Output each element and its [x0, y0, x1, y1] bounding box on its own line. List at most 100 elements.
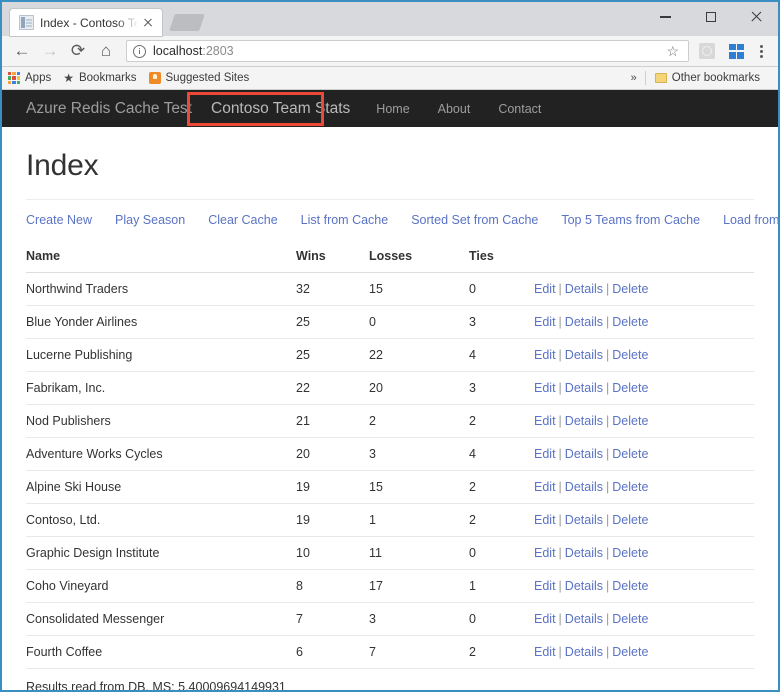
table-header: Name Wins Losses Ties	[26, 241, 754, 273]
navbar-item-about[interactable]: About	[438, 102, 471, 116]
row-link-delete[interactable]: Delete	[612, 612, 648, 626]
row-link-delete[interactable]: Delete	[612, 315, 648, 329]
new-tab-button[interactable]	[169, 14, 205, 31]
row-link-edit[interactable]: Edit	[534, 612, 556, 626]
row-link-details[interactable]: Details	[565, 282, 603, 296]
close-window-button[interactable]	[733, 2, 778, 32]
navbar-brand[interactable]: Azure Redis Cache Test	[26, 100, 192, 118]
row-link-edit[interactable]: Edit	[534, 447, 556, 461]
forward-button[interactable]: →	[36, 37, 64, 65]
cell-wins: 20	[296, 437, 369, 471]
cell-losses: 15	[369, 272, 469, 306]
row-link-details[interactable]: Details	[565, 480, 603, 494]
action-sorted-set-from-cache[interactable]: Sorted Set from Cache	[411, 213, 538, 227]
column-header-name: Name	[26, 241, 296, 273]
action-play-season[interactable]: Play Season	[115, 213, 185, 227]
action-links: Create New Play Season Clear Cache List …	[26, 200, 778, 241]
cell-losses: 3	[369, 437, 469, 471]
row-link-details[interactable]: Details	[565, 612, 603, 626]
row-link-delete[interactable]: Delete	[612, 381, 648, 395]
browser-tab-strip: Index - Contoso Team Stats	[2, 2, 778, 36]
maximize-button[interactable]	[688, 2, 733, 32]
cell-row-actions: Edit | Details | Delete	[534, 371, 754, 405]
row-link-details[interactable]: Details	[565, 348, 603, 362]
row-link-edit[interactable]: Edit	[534, 546, 556, 560]
bookmark-other-bookmarks[interactable]: Other bookmarks	[654, 72, 760, 84]
row-link-delete[interactable]: Delete	[612, 579, 648, 593]
cell-team-name: Lucerne Publishing	[26, 338, 296, 372]
row-link-delete[interactable]: Delete	[612, 348, 648, 362]
row-link-edit[interactable]: Edit	[534, 480, 556, 494]
row-link-edit[interactable]: Edit	[534, 282, 556, 296]
cell-wins: 25	[296, 338, 369, 372]
result-status-text: Results read from DB. MS: 5.400096941499…	[26, 680, 286, 692]
tab-close-icon[interactable]	[140, 15, 156, 31]
row-link-details[interactable]: Details	[565, 447, 603, 461]
site-info-icon[interactable]	[133, 44, 146, 58]
row-link-details[interactable]: Details	[565, 513, 603, 527]
row-link-details[interactable]: Details	[565, 381, 603, 395]
cell-row-actions: Edit | Details | Delete	[534, 338, 754, 372]
row-link-details[interactable]: Details	[565, 546, 603, 560]
browser-menu-icon[interactable]	[752, 42, 770, 60]
row-link-edit[interactable]: Edit	[534, 348, 556, 362]
cell-row-actions: Edit | Details | Delete	[534, 635, 754, 669]
navbar-item-home[interactable]: Home	[376, 102, 409, 116]
extension-icon[interactable]	[699, 43, 715, 59]
home-button[interactable]: ⌂	[92, 37, 120, 65]
row-link-delete[interactable]: Delete	[612, 282, 648, 296]
navbar-item-contact[interactable]: Contact	[498, 102, 541, 116]
star-icon: ★	[63, 71, 74, 85]
action-load-from-db[interactable]: Load from DB	[723, 213, 778, 227]
action-create-new[interactable]: Create New	[26, 213, 92, 227]
bookmark-apps[interactable]: Apps	[8, 72, 51, 84]
cell-losses: 2	[369, 404, 469, 438]
cell-losses: 15	[369, 470, 469, 504]
minimize-button[interactable]	[643, 2, 688, 32]
browser-tab[interactable]: Index - Contoso Team Stats	[10, 9, 162, 36]
row-link-delete[interactable]: Delete	[612, 414, 648, 428]
row-link-edit[interactable]: Edit	[534, 513, 556, 527]
row-link-edit[interactable]: Edit	[534, 381, 556, 395]
cell-ties: 3	[469, 305, 534, 339]
row-link-delete[interactable]: Delete	[612, 447, 648, 461]
table-row: Consolidated Messenger 7 3 0 Edit | Details | De…	[26, 602, 754, 636]
browser-toolbar: ← → ⟳ ⌂ localhost :2803 ☆	[2, 36, 778, 67]
action-list-from-cache[interactable]: List from Cache	[301, 213, 389, 227]
row-link-delete[interactable]: Delete	[612, 645, 648, 659]
row-link-delete[interactable]: Delete	[612, 480, 648, 494]
cell-ties: 0	[469, 536, 534, 570]
action-clear-cache[interactable]: Clear Cache	[208, 213, 277, 227]
row-link-details[interactable]: Details	[565, 414, 603, 428]
row-link-delete[interactable]: Delete	[612, 546, 648, 560]
address-bar[interactable]: localhost :2803 ☆	[126, 40, 689, 62]
row-link-separator: |	[606, 645, 610, 659]
bookmark-suggested-sites[interactable]: Suggested Sites	[148, 72, 250, 84]
bookmark-star-icon[interactable]: ☆	[666, 43, 679, 60]
table-row: Blue Yonder Airlines 25 0 3 Edit | Details | Del…	[26, 305, 754, 339]
cell-team-name: Adventure Works Cycles	[26, 437, 296, 471]
cell-team-name: Northwind Traders	[26, 272, 296, 306]
row-link-edit[interactable]: Edit	[534, 579, 556, 593]
bookmarks-overflow-icon[interactable]: »	[631, 72, 637, 84]
bookmark-suggested-sites-label: Suggested Sites	[165, 72, 250, 84]
row-link-details[interactable]: Details	[565, 579, 603, 593]
table-row: Alpine Ski House 19 15 2 Edit | Details | Delete	[26, 470, 754, 504]
action-top-5-teams-from-cache[interactable]: Top 5 Teams from Cache	[561, 213, 700, 227]
row-link-details[interactable]: Details	[565, 645, 603, 659]
windows-logo-icon[interactable]	[729, 43, 744, 59]
row-link-separator: |	[606, 612, 610, 626]
row-link-separator: |	[558, 612, 562, 626]
row-link-edit[interactable]: Edit	[534, 645, 556, 659]
row-link-edit[interactable]: Edit	[534, 315, 556, 329]
row-link-details[interactable]: Details	[565, 315, 603, 329]
cell-row-actions: Edit | Details | Delete	[534, 569, 754, 603]
row-link-delete[interactable]: Delete	[612, 513, 648, 527]
cell-ties: 2	[469, 404, 534, 438]
row-link-edit[interactable]: Edit	[534, 414, 556, 428]
navbar-item-contoso-team-stats[interactable]: Contoso Team Stats	[205, 100, 356, 118]
back-button[interactable]: ←	[8, 37, 36, 65]
reload-button[interactable]: ⟳	[64, 37, 92, 65]
row-link-separator: |	[558, 348, 562, 362]
bookmark-bookmarks[interactable]: ★ Bookmarks	[63, 71, 136, 85]
